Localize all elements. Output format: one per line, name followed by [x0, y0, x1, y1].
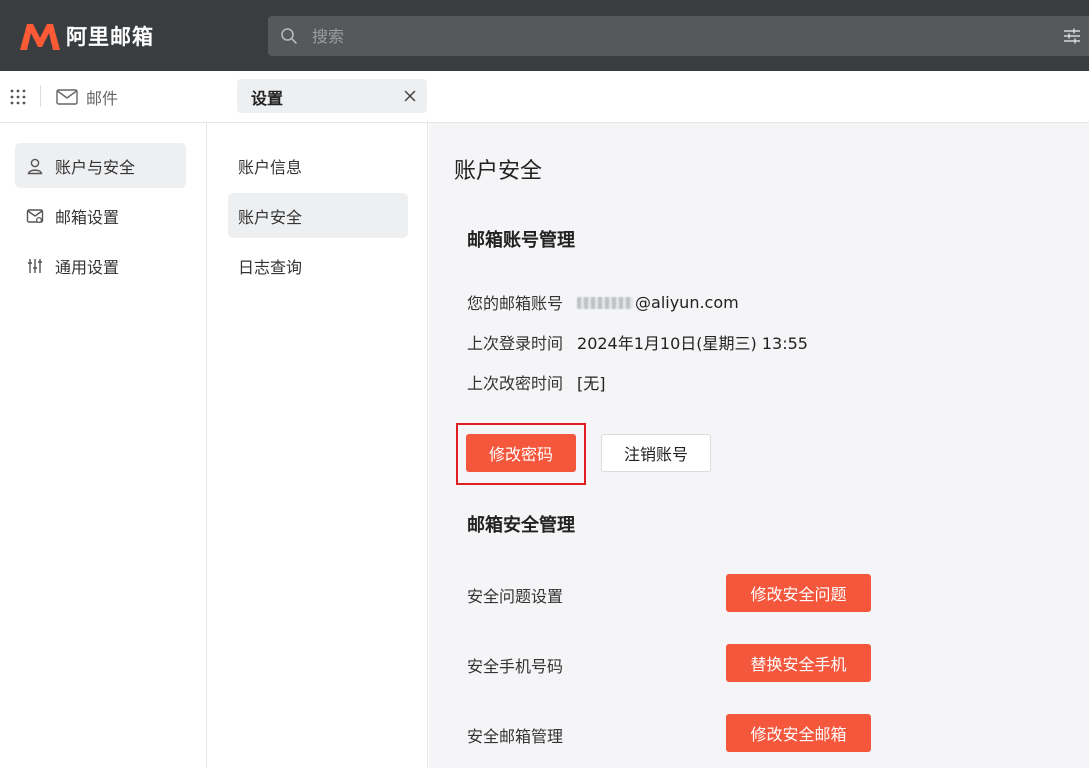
last-pwd-change-row: 上次改密时间 [无]	[467, 371, 606, 393]
search-icon	[281, 28, 297, 44]
page-title: 账户安全	[454, 159, 543, 184]
divider	[40, 85, 41, 107]
change-security-email-button[interactable]: 修改安全邮箱	[726, 714, 871, 752]
search-bar[interactable]	[268, 16, 1089, 56]
section-title-account: 邮箱账号管理	[467, 230, 575, 251]
leftnav-item-mailbox-settings[interactable]: 邮箱设置	[15, 193, 186, 238]
email-redacted	[577, 297, 634, 309]
sliders-icon	[28, 258, 42, 273]
change-security-question-button[interactable]: 修改安全问题	[726, 574, 871, 612]
close-icon[interactable]	[403, 89, 417, 103]
settings-category-nav: 账户与安全 邮箱设置 通用设置	[0, 123, 207, 768]
tab-mail-label: 邮件	[86, 89, 119, 108]
logo-mark-icon	[20, 24, 60, 50]
settings-subnav: 账户信息 账户安全 日志查询	[208, 123, 428, 768]
last-login-row: 上次登录时间 2024年1月10日(星期三) 13:55	[467, 331, 808, 353]
tab-bar: 邮件 设置	[0, 71, 1089, 123]
security-question-label: 安全问题设置	[467, 587, 564, 606]
tab-mail[interactable]: 邮件	[56, 85, 118, 109]
apps-grid-icon[interactable]	[9, 88, 27, 106]
top-bar: 阿里邮箱	[0, 0, 1089, 71]
search-input[interactable]	[312, 23, 1012, 49]
leftnav-item-label: 通用设置	[55, 257, 120, 277]
user-icon	[27, 158, 43, 174]
app-logo[interactable]: 阿里邮箱	[18, 20, 154, 52]
last-pwd-change-value: [无]	[577, 374, 606, 393]
subnav-item-account-security[interactable]: 账户安全	[228, 193, 408, 238]
envelope-icon	[56, 89, 78, 105]
leftnav-item-label: 邮箱设置	[55, 207, 120, 227]
app-name: 阿里邮箱	[66, 25, 154, 49]
security-email-label: 安全邮箱管理	[467, 727, 564, 746]
replace-security-phone-button[interactable]: 替换安全手机	[726, 644, 871, 682]
email-value: @aliyun.com	[577, 293, 739, 312]
last-login-label: 上次登录时间	[467, 334, 564, 353]
leftnav-item-general-settings[interactable]: 通用设置	[15, 243, 186, 288]
last-pwd-change-label: 上次改密时间	[467, 374, 564, 393]
leftnav-item-label: 账户与安全	[55, 157, 136, 177]
email-domain: @aliyun.com	[635, 292, 739, 312]
security-phone-label: 安全手机号码	[467, 657, 564, 676]
leftnav-item-account-security[interactable]: 账户与安全	[15, 143, 186, 188]
email-row: 您的邮箱账号 @aliyun.com	[467, 291, 739, 314]
last-login-value: 2024年1月10日(星期三) 13:55	[577, 334, 808, 353]
main-content: 账户安全 邮箱账号管理 您的邮箱账号 @aliyun.com 上次登录时间 20…	[429, 123, 1089, 768]
subnav-item-account-info[interactable]: 账户信息	[228, 143, 408, 188]
mailbox-settings-icon	[26, 208, 44, 223]
email-label: 您的邮箱账号	[467, 294, 564, 313]
subnav-item-log-query[interactable]: 日志查询	[228, 243, 408, 288]
tab-settings-label: 设置	[251, 89, 284, 108]
filter-icon[interactable]	[1063, 27, 1081, 45]
tab-settings[interactable]: 设置	[237, 79, 427, 113]
change-password-button[interactable]: 修改密码	[466, 434, 576, 472]
cancel-account-button[interactable]: 注销账号	[601, 434, 711, 472]
section-title-security: 邮箱安全管理	[467, 515, 575, 536]
